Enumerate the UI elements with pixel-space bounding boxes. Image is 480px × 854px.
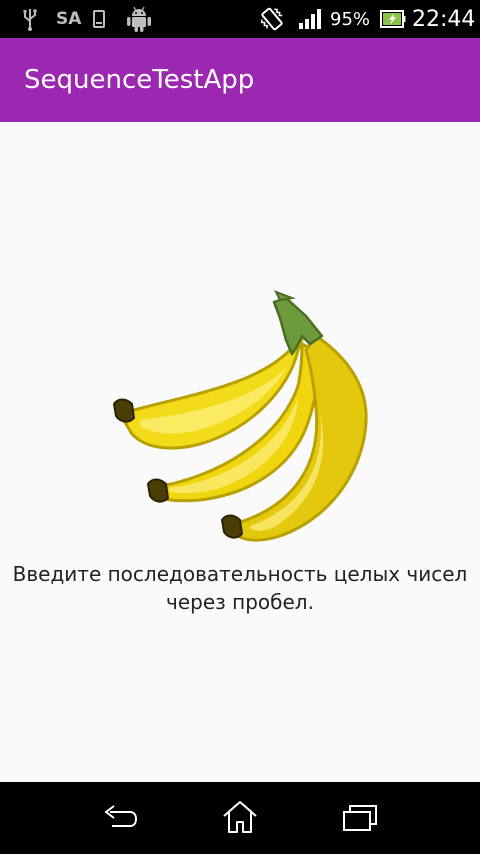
battery-charging-icon xyxy=(380,0,406,38)
usb-icon xyxy=(22,0,38,38)
recents-icon xyxy=(343,805,377,831)
vibrate-icon xyxy=(258,0,286,38)
sim-icon xyxy=(92,0,106,38)
home-button[interactable] xyxy=(220,798,260,838)
android-debug-icon xyxy=(126,0,152,38)
signal-icon xyxy=(298,0,322,38)
banana-icon xyxy=(112,290,368,542)
navigation-bar xyxy=(0,782,480,854)
app-title: SequenceTestApp xyxy=(24,65,255,95)
carrier-label: SA xyxy=(56,9,82,29)
main-content: Введите последовательность целых чисел ч… xyxy=(0,122,480,782)
back-icon xyxy=(104,805,138,827)
back-button[interactable] xyxy=(100,798,140,838)
home-icon xyxy=(223,801,257,833)
status-bar: SA 95% 22:44 xyxy=(0,0,480,38)
battery-percent: 95% xyxy=(330,8,371,30)
clock: 22:44 xyxy=(412,6,476,32)
recents-button[interactable] xyxy=(340,798,380,838)
app-bar: SequenceTestApp xyxy=(0,38,480,122)
instruction-text: Введите последовательность целых чисел ч… xyxy=(12,562,468,614)
